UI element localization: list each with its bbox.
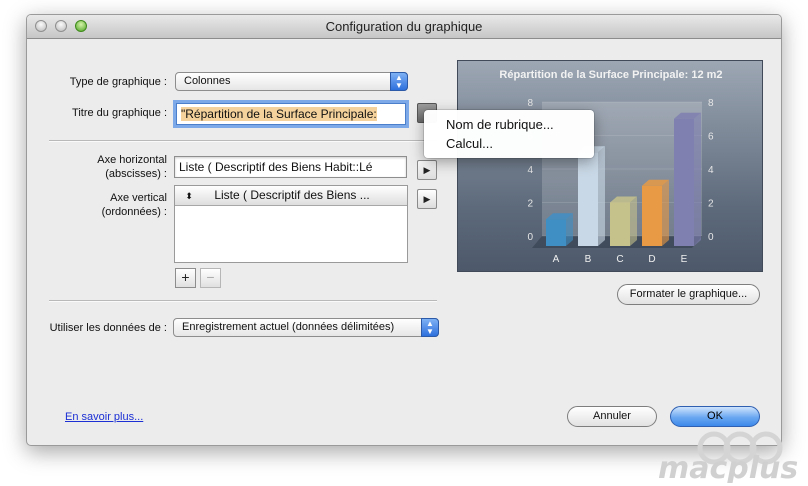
y-tick-label-right: 2 [708,199,714,210]
title-bar: Configuration du graphique [27,15,781,39]
y-axis-list-row[interactable]: ⬍ Liste ( Descriptif des Biens ... [175,186,407,206]
ok-button[interactable]: OK [670,406,760,427]
bar-side-E [694,112,701,246]
reorder-handle-icon[interactable]: ⬍ [175,187,203,205]
remove-series-button[interactable]: − [200,268,221,288]
y-tick-label-left: 4 [527,165,533,176]
menu-item-field-name[interactable]: Nom de rubrique... [424,115,594,135]
add-series-button[interactable]: + [175,268,196,288]
y-tick-label-right: 6 [708,132,714,143]
x-tick-label: B [585,254,592,265]
bar-B [578,152,598,246]
x-tick-label: A [553,254,560,265]
chart-title-value: "Répartition de la Surface Principale: [181,107,377,121]
y-tick-label-left: 0 [527,232,533,243]
popup-arrows-icon: ▲ ▼ [390,72,408,91]
y-axis-value: Liste ( Descriptif des Biens ... [214,188,370,202]
y-tick-label-right: 8 [708,98,714,109]
x-tick-label: D [648,254,655,265]
use-data-popup[interactable]: Enregistrement actuel (données délimitée… [173,318,439,337]
chart-title-field[interactable]: "Répartition de la Surface Principale: [176,103,406,125]
cancel-button[interactable]: Annuler [567,406,657,427]
chart-svg: Répartition de la Surface Principale: 12… [499,69,722,265]
bar-side-D [662,179,669,246]
chart-type-label: Type de graphique : [69,76,167,88]
y-tick-label-left: 2 [527,199,533,210]
format-chart-button[interactable]: Formater le graphique... [617,284,760,305]
bar-C [610,202,630,246]
bar-side-B [598,146,605,246]
separator-1 [49,140,437,142]
use-data-label: Utiliser les données de : [49,322,167,334]
menu-item-calculation[interactable]: Calcul... [424,134,594,154]
bar-D [642,185,662,246]
window-title: Configuration du graphique [325,19,483,34]
x-axis-value: Liste ( Descriptif des Biens Habit::Lé [179,160,373,174]
chart-title: Répartition de la Surface Principale: 12… [499,69,722,81]
y-axis-list[interactable]: ⬍ Liste ( Descriptif des Biens ... [174,185,408,263]
watermark-logo-icon: macplus [658,431,798,486]
x-axis-label: Axe horizontal (abscisses) : [97,154,167,180]
chart-setup-dialog: Configuration du graphique Type de graph… [26,14,782,446]
bar-E [674,118,694,246]
x-axis-field[interactable]: Liste ( Descriptif des Biens Habit::Lé [174,156,407,178]
macplus-watermark: macplus [656,430,808,486]
separator-2 [49,300,437,302]
insert-menu: Nom de rubrique... Calcul... [424,110,594,158]
chart-preview: Répartition de la Surface Principale: 12… [457,60,763,272]
y-axis-label: Axe vertical (ordonnées) : [101,192,167,218]
x-tick-label: E [681,254,688,265]
y-tick-label-left: 8 [527,98,533,109]
y-tick-label-right: 4 [708,165,714,176]
y-tick-label-right: 0 [708,232,714,243]
learn-more-link[interactable]: En savoir plus... [65,411,143,423]
use-data-value: Enregistrement actuel (données délimitée… [182,321,395,333]
x-tick-label: C [616,254,623,265]
chart-type-value: Colonnes [184,75,231,87]
popup-arrows-icon: ▲ ▼ [421,318,439,337]
x-axis-options-button[interactable]: ▶ [417,160,437,180]
chart-type-popup[interactable]: Colonnes ▲ ▼ [175,72,408,91]
bar-side-C [630,196,637,246]
chart-title-label: Titre du graphique : [72,107,167,119]
bar-A [546,219,566,246]
svg-text:macplus: macplus [658,451,798,483]
y-axis-options-button[interactable]: ▶ [417,189,437,209]
